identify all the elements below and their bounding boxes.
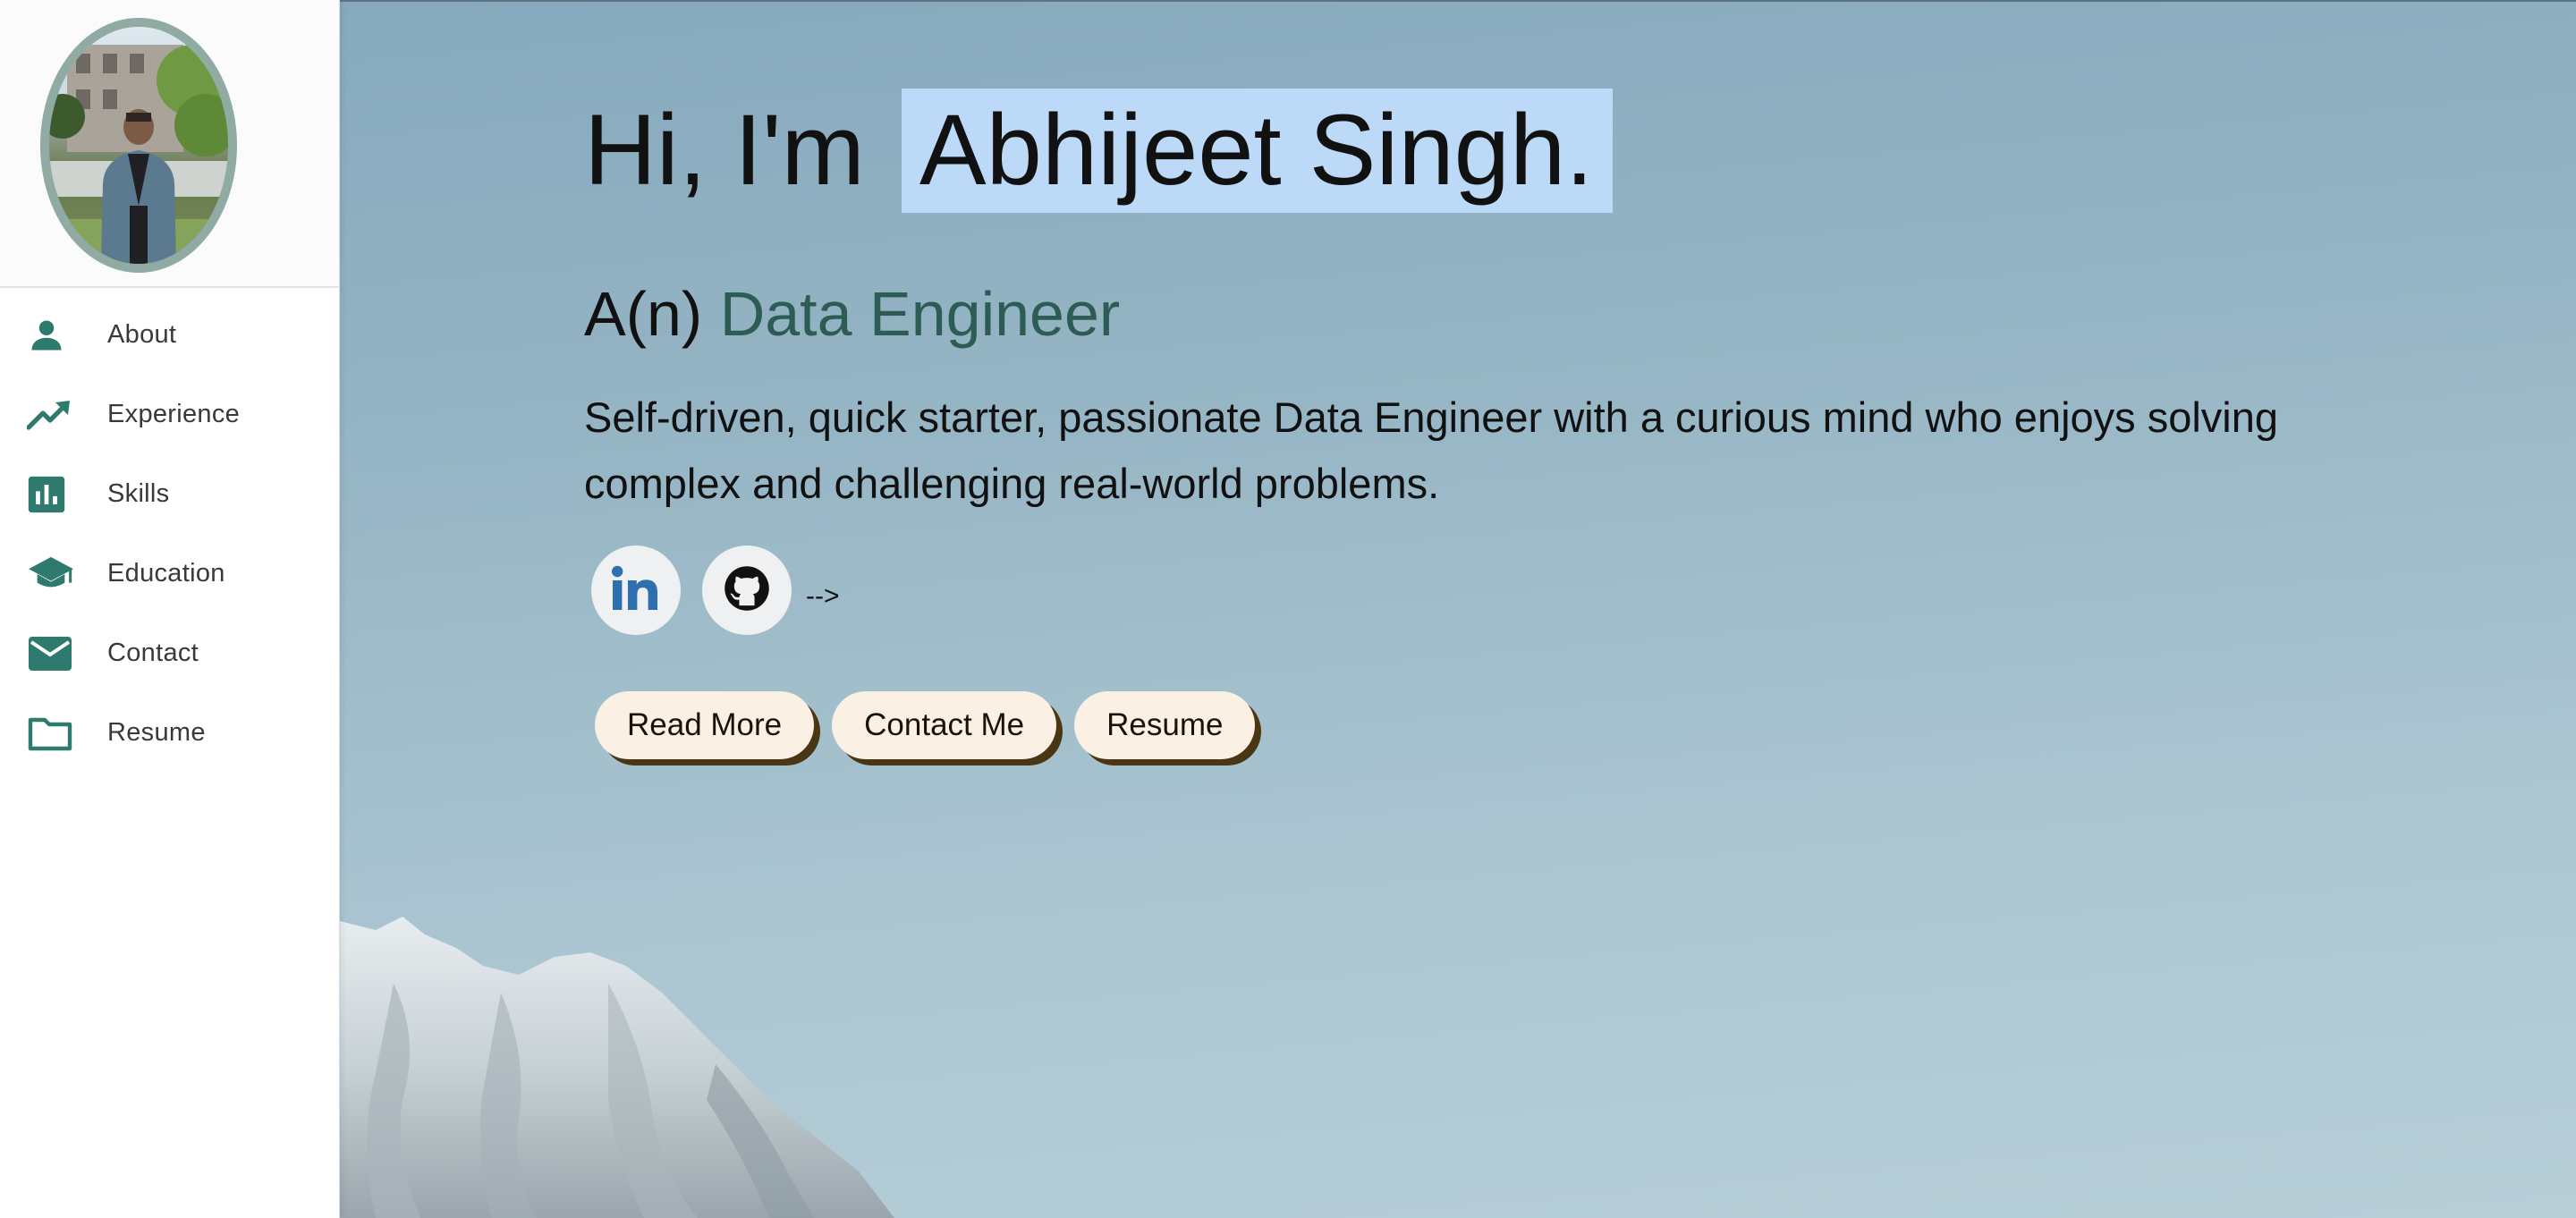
sidebar-item-label: Resume [107, 718, 206, 747]
sidebar-item-skills[interactable]: Skills [0, 454, 339, 534]
hero-name: Abhijeet Singh. [901, 89, 1614, 213]
hero-heading: Hi, I'm Abhijeet Singh. [584, 89, 1614, 213]
avatar[interactable] [40, 18, 237, 273]
read-more-button[interactable]: Read More [595, 691, 815, 759]
role-prefix: A(n) [584, 279, 703, 349]
role-text: Data Engineer [719, 279, 1121, 349]
folder-icon [27, 715, 80, 752]
hero-section: Hi, I'm Abhijeet Singh. A(n) Data Engine… [340, 0, 2576, 1218]
resume-button[interactable]: Resume [1074, 691, 1256, 759]
sidebar-item-label: Education [107, 559, 225, 588]
sidebar-item-label: Skills [107, 479, 170, 508]
greeting-text: Hi, I'm [584, 94, 865, 206]
hero-actions: Read More Contact Me Resume [595, 691, 1273, 759]
sidebar-item-experience[interactable]: Experience [0, 375, 339, 454]
linkedin-link[interactable] [591, 546, 681, 635]
bar-chart-icon [27, 475, 80, 514]
arrow-text: --> [806, 581, 840, 611]
sidebar-item-label: Contact [107, 639, 199, 667]
github-link[interactable] [702, 546, 792, 635]
linkedin-icon [609, 564, 663, 616]
sidebar-header [0, 0, 339, 288]
sidebar-nav: About Experience Skills Education Contac… [0, 295, 339, 773]
envelope-icon [27, 635, 80, 672]
person-icon [27, 316, 80, 355]
social-links: --> [591, 546, 840, 635]
bio-text: Self-driven, quick starter, passionate D… [584, 393, 2279, 507]
sidebar-item-resume[interactable]: Resume [0, 693, 339, 773]
sidebar-item-label: Experience [107, 400, 241, 428]
profile-photo [49, 27, 228, 264]
sidebar-item-education[interactable]: Education [0, 534, 339, 613]
graduation-cap-icon [27, 554, 80, 595]
trending-up-icon [27, 397, 80, 433]
sidebar: About Experience Skills Education Contac… [0, 0, 340, 1218]
sidebar-item-label: About [107, 320, 177, 349]
github-icon [723, 564, 771, 616]
role-line: A(n) Data Engineer [584, 283, 1120, 345]
sidebar-item-contact[interactable]: Contact [0, 613, 339, 693]
contact-me-button[interactable]: Contact Me [832, 691, 1057, 759]
sidebar-item-about[interactable]: About [0, 295, 339, 375]
